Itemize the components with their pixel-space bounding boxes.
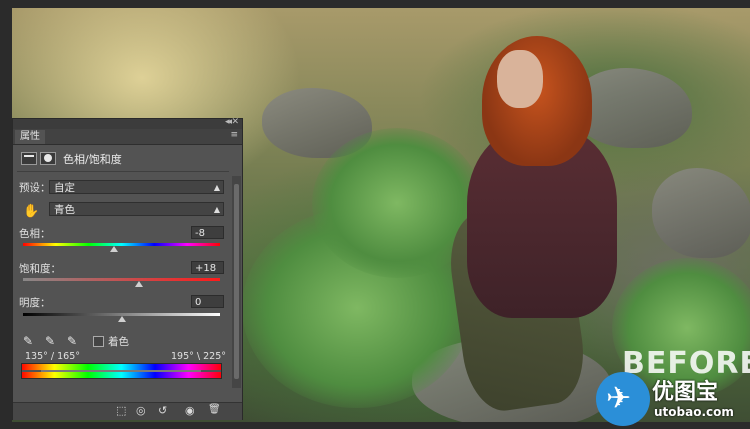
eyedropper-minus-icon[interactable]: ✎ [67,334,77,348]
lightness-value-input[interactable]: 0 [191,295,224,308]
bird-icon: ✈ [606,381,632,416]
view-previous-icon[interactable]: ◎ [136,404,146,417]
properties-panel: ◂◂ ✕ 属性 ≡ 色相/饱和度 预设： 自定 ▲ ✋ 青色 ▲ 色相： -8 … [12,117,243,420]
hue-value-input[interactable]: -8 [191,226,224,239]
watermark-title: 优图宝 [652,380,719,405]
range-left-degrees: 135° / 165° [25,351,81,362]
chevron-down-icon: ▲ [213,183,220,192]
colorize-checkbox[interactable] [93,336,104,347]
hue-label: 色相： [19,228,51,240]
eyedropper-icon[interactable]: ✎ [23,334,33,348]
saturation-slider-track[interactable] [23,278,220,281]
panel-bottom-toolbar: ⬚ ◎ ↺ ◉ 🗑 [13,402,242,420]
preset-select[interactable]: 自定 ▲ [49,180,224,194]
lightness-label: 明度： [19,297,51,309]
layer-mask-icon[interactable] [40,152,56,165]
figure-hair [482,36,592,166]
targeted-adjustment-hand-icon[interactable]: ✋ [23,204,39,219]
close-icon[interactable]: ✕ [231,117,239,127]
panel-menu-icon[interactable]: ≡ [230,130,238,140]
visibility-eye-icon[interactable]: ◉ [185,404,195,417]
hue-slider-thumb[interactable] [109,246,118,252]
saturation-label: 饱和度： [19,263,61,275]
rock [652,168,750,258]
hue-slider-track[interactable] [23,243,220,246]
preset-label: 预设： [19,182,51,194]
reset-icon[interactable]: ↺ [158,404,167,417]
channel-select[interactable]: 青色 ▲ [49,202,224,216]
panel-drag-bar[interactable]: ◂◂ ✕ [13,117,242,129]
range-right-degrees: 195° \ 225° [171,351,227,362]
lightness-slider-thumb[interactable] [117,316,126,322]
tab-properties[interactable]: 属性 [15,130,45,144]
colorize-label: 着色 [108,336,129,348]
clip-to-layer-icon[interactable]: ⬚ [116,404,126,417]
panel-tabbar: 属性 ≡ [13,129,242,145]
panel-scroll-thumb[interactable] [234,184,239,379]
divider [17,171,229,172]
preset-value: 自定 [54,182,75,194]
saturation-value-input[interactable]: +18 [191,261,224,274]
trash-icon[interactable]: 🗑 [208,404,221,415]
figure-face [497,50,543,108]
adjustment-layer-icon[interactable] [21,152,37,165]
adjustment-title: 色相/饱和度 [63,153,122,166]
channel-value: 青色 [54,204,75,216]
saturation-slider-thumb[interactable] [135,281,144,287]
watermark-url: utobao.com [654,405,734,419]
color-bar-frame [21,363,222,379]
chevron-down-icon: ▲ [213,205,220,214]
collapse-icon[interactable]: ◂◂ [225,117,232,127]
eyedropper-plus-icon[interactable]: ✎ [45,334,55,348]
